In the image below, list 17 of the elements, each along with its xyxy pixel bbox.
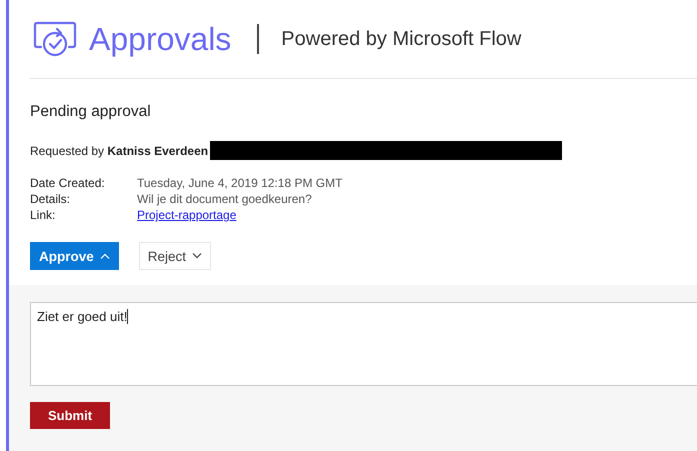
submit-button[interactable]: Submit	[30, 402, 110, 429]
app-title: Approvals	[89, 20, 232, 58]
app-subtitle: Powered by Microsoft Flow	[281, 28, 522, 50]
comment-field[interactable]: Ziet er goed uit!	[30, 302, 697, 386]
section-heading: Pending approval	[30, 103, 152, 121]
action-button[interactable]: Approve	[30, 242, 119, 270]
field-label: Link:	[30, 208, 56, 222]
chevron-icon	[192, 253, 202, 259]
requested-by-text: Requested by Katniss Everdeen	[30, 144, 208, 158]
field-value: Wil je dit document goedkeuren?	[137, 192, 313, 206]
field-value: Tuesday, June 4, 2019 12:18 PM GMT	[137, 176, 342, 190]
action-button[interactable]: Reject	[138, 242, 212, 270]
document-link[interactable]: Project-rapportage	[137, 208, 342, 222]
field-label: Date Created:	[30, 176, 106, 190]
field-label: Details:	[30, 192, 72, 206]
approval-icon	[33, 20, 77, 58]
chevron-icon	[100, 253, 110, 259]
